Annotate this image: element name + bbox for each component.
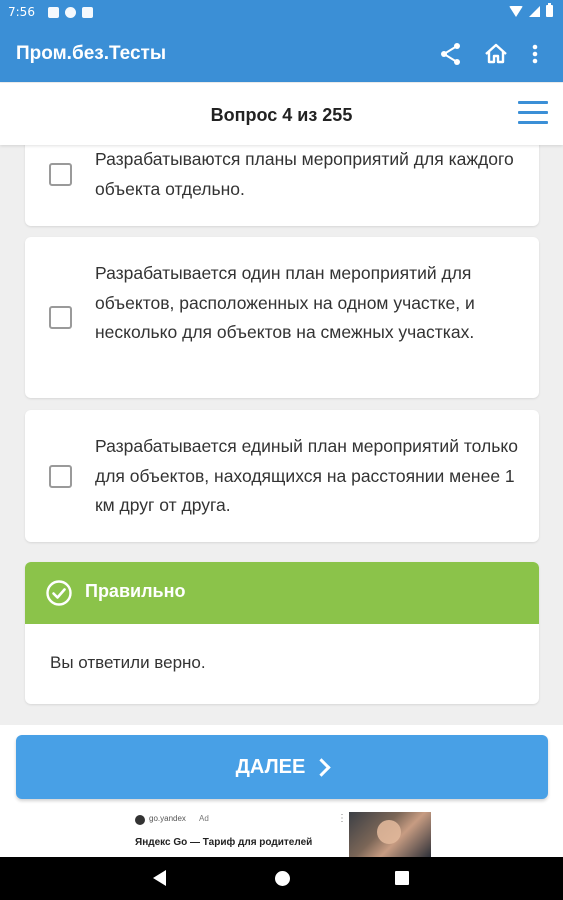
ad-banner[interactable]: go.yandex Ad ⋮ Яндекс Go — Тариф для род…: [0, 812, 563, 857]
share-icon[interactable]: [437, 40, 465, 68]
status-bar: 7:56: [0, 0, 563, 26]
next-button-area: ДАЛЕЕ: [0, 725, 563, 812]
result-panel: Правильно Вы ответили верно.: [25, 562, 539, 704]
next-button-label: ДАЛЕЕ: [235, 755, 306, 778]
notification-icon: [48, 7, 59, 18]
app-title: Пром.без.Тесты: [16, 43, 167, 64]
question-counter: Вопрос 4 из 255: [210, 105, 353, 125]
app-bar: Пром.без.Тесты: [0, 26, 563, 82]
question-header: Вопрос 4 из 255: [0, 83, 563, 145]
ad-title: Яндекс Go — Тариф для родителей: [135, 837, 313, 848]
ad-label: Ad: [199, 814, 209, 823]
question-content: Разрабатываются планы мероприятий для ка…: [0, 145, 563, 725]
home-nav-icon[interactable]: [275, 871, 290, 886]
status-time: 7:56: [8, 5, 35, 19]
signal-icon: [529, 5, 540, 17]
answer-checkbox[interactable]: [49, 163, 72, 186]
result-title: Правильно: [85, 581, 186, 601]
ad-domain: go.yandex: [149, 814, 186, 823]
next-button[interactable]: ДАЛЕЕ: [16, 735, 548, 799]
app-notification-icon: [65, 7, 76, 18]
answer-option-2[interactable]: Разрабатывается один план мероприятий дл…: [25, 237, 539, 398]
more-vert-icon[interactable]: [521, 40, 549, 68]
ad-image[interactable]: [349, 812, 431, 857]
home-icon[interactable]: [482, 40, 510, 68]
answer-text: Разрабатываются планы мероприятий для ка…: [95, 149, 514, 199]
answer-option-3[interactable]: Разрабатывается единый план мероприятий …: [25, 410, 539, 542]
chevron-right-icon: [312, 757, 332, 777]
answer-text: Разрабатывается один план мероприятий дл…: [95, 263, 475, 342]
answer-text: Разрабатывается единый план мероприятий …: [95, 436, 518, 515]
back-icon[interactable]: [153, 870, 166, 886]
sd-card-icon: [82, 7, 93, 18]
battery-icon: [546, 3, 553, 17]
ad-logo-icon: [135, 815, 145, 825]
ad-options-icon[interactable]: ⋮: [337, 813, 347, 824]
result-message: Вы ответили верно.: [50, 653, 206, 672]
check-circle-icon: [46, 580, 72, 606]
wifi-icon: [509, 5, 523, 17]
notification-icons: [48, 7, 93, 18]
answer-checkbox[interactable]: [49, 465, 72, 488]
result-header: Правильно: [25, 562, 539, 624]
recents-icon[interactable]: [395, 871, 409, 885]
answer-checkbox[interactable]: [49, 306, 72, 329]
answer-option-1[interactable]: Разрабатываются планы мероприятий для ка…: [25, 145, 539, 226]
hamburger-menu-icon[interactable]: [518, 101, 548, 125]
system-nav-bar: [0, 857, 563, 900]
